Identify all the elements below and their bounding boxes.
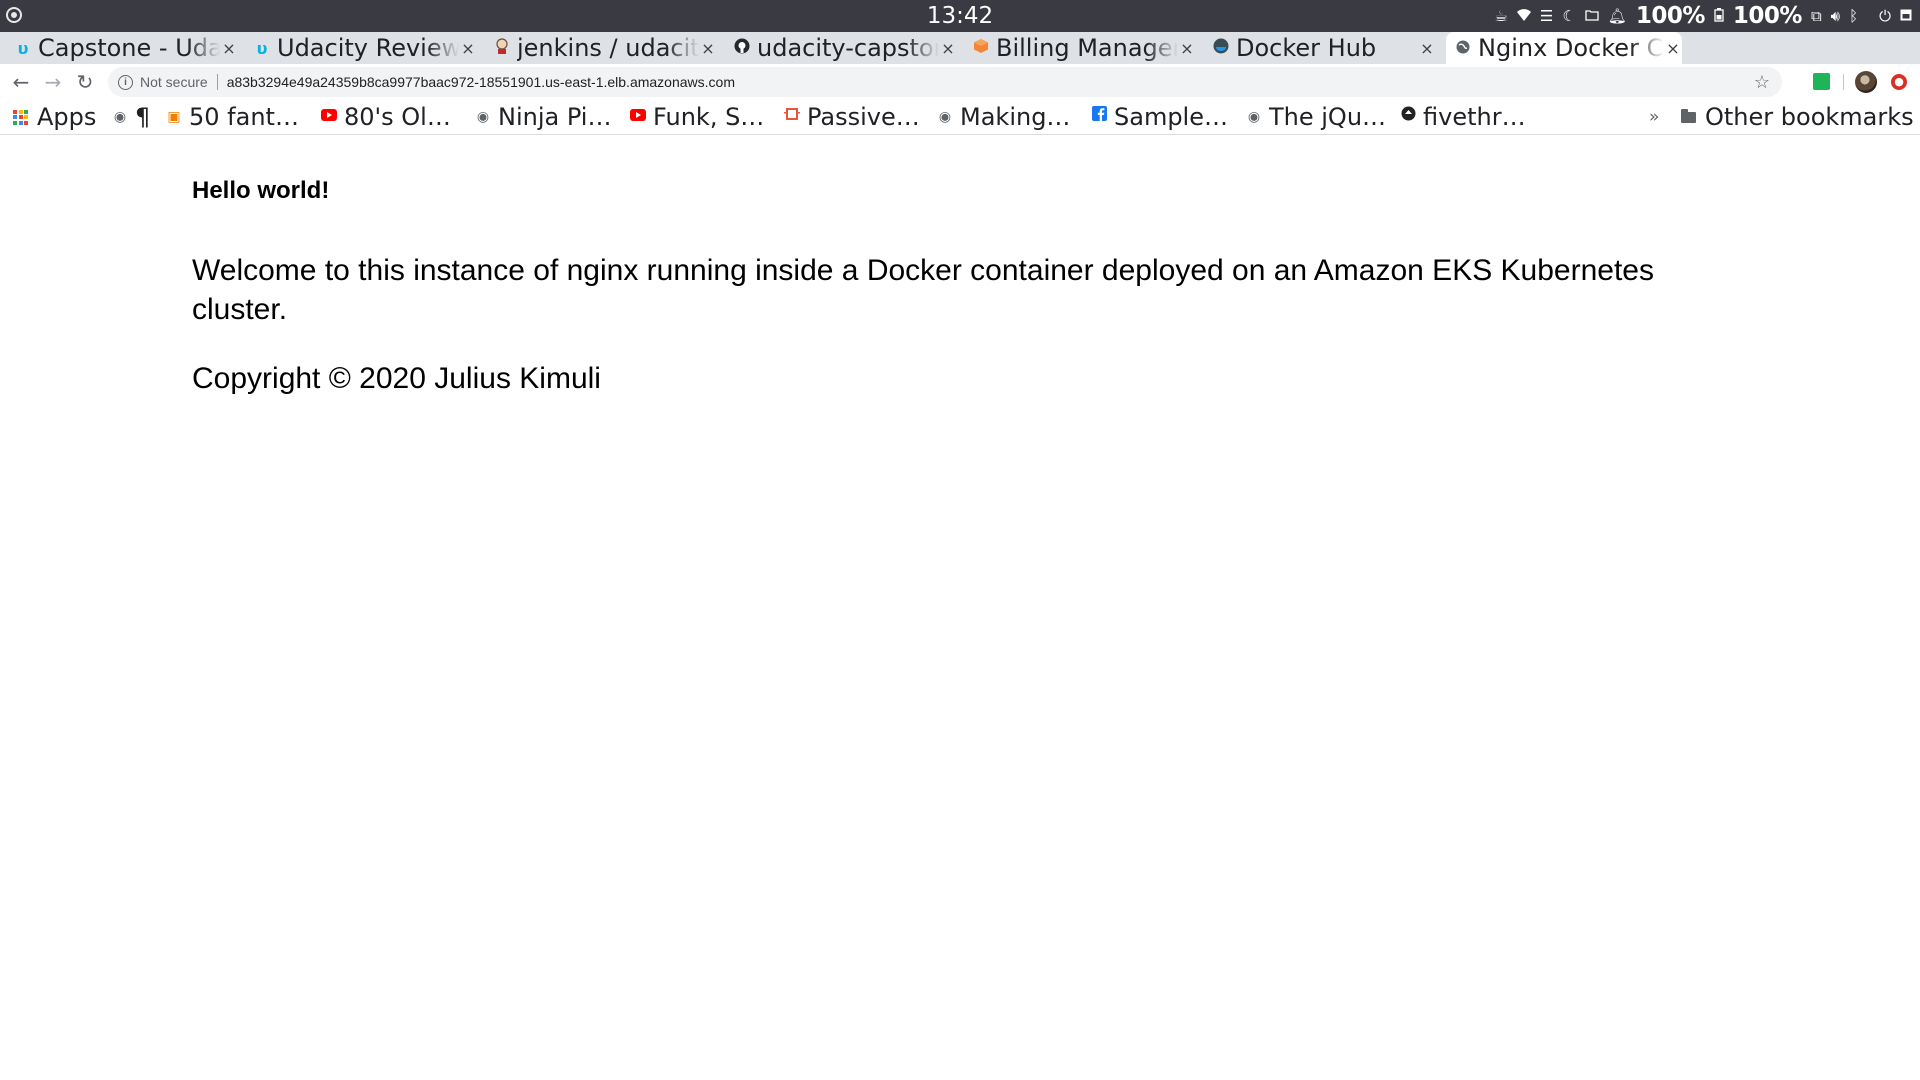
folder-icon[interactable] xyxy=(1585,9,1599,24)
toolbar-divider xyxy=(1843,74,1844,90)
bookmark-apps[interactable]: Apps xyxy=(13,100,96,134)
profile-avatar[interactable] xyxy=(1855,71,1877,93)
close-icon[interactable]: × xyxy=(939,39,957,58)
system-top-bar: 13:42 ☕ ☰ ☾ 🔔︎ 100% 100% ⧉ 🔊︎ ᛒ ⏻ xyxy=(0,0,1920,32)
omnibox-divider xyxy=(216,74,218,90)
folder-icon xyxy=(1681,108,1696,123)
close-icon[interactable]: × xyxy=(459,39,477,58)
udacity-icon: υ xyxy=(17,38,29,58)
docker-icon xyxy=(1212,38,1230,58)
bookmark-star-icon[interactable]: ☆ xyxy=(1754,72,1770,93)
url-text[interactable]: a83b3294e49a24359b8ca9977baac972-1855190… xyxy=(227,74,735,90)
bookmark-fivethr[interactable]: fivethr… xyxy=(1400,100,1526,134)
chip-icon xyxy=(784,100,800,134)
close-icon[interactable]: × xyxy=(1664,39,1682,58)
bookmark-sample[interactable]: Sample… xyxy=(1091,100,1228,134)
reload-button[interactable]: ↻ xyxy=(71,68,99,96)
globe-icon xyxy=(1454,39,1472,58)
globe-icon: ◉ xyxy=(938,109,952,125)
window-icon[interactable] xyxy=(1900,9,1912,24)
network-icon[interactable]: ⧉ xyxy=(1811,8,1822,24)
forward-button[interactable]: → xyxy=(39,68,67,96)
close-icon[interactable]: × xyxy=(699,39,717,58)
bell-icon[interactable]: 🔔︎ xyxy=(1608,8,1627,24)
tab-capstone-udacity[interactable]: υ Capstone - Udacity × xyxy=(14,32,238,64)
tab-nginx-docker-container[interactable]: Nginx Docker Container × xyxy=(1446,32,1682,64)
bookmark-making[interactable]: ◉ Making… xyxy=(937,100,1071,134)
github-icon xyxy=(733,38,751,58)
system-tray: ☕ ☰ ☾ 🔔︎ 100% 100% ⧉ 🔊︎ ᛒ ⏻ xyxy=(1494,0,1912,32)
globe-icon: ◉ xyxy=(113,109,127,125)
battery-percent-secondary[interactable]: 100% xyxy=(1733,3,1803,29)
power-icon[interactable]: ⏻ xyxy=(1879,8,1891,24)
facebook-icon xyxy=(1091,100,1107,134)
bookmark-funk-s[interactable]: Funk, S… xyxy=(630,100,764,134)
bookmarks-overflow-button[interactable]: » xyxy=(1649,100,1659,134)
globe-icon: ◉ xyxy=(476,109,490,125)
menu-lines-icon[interactable]: ☰ xyxy=(1540,8,1553,24)
fivethirtyeight-icon xyxy=(1400,100,1416,134)
copyright-text: Copyright © 2020 Julius Kimuli xyxy=(192,362,601,395)
bookmark-passive[interactable]: Passive… xyxy=(784,100,920,134)
bluetooth-icon[interactable]: ᛒ xyxy=(1849,8,1858,24)
udacity-icon: υ xyxy=(256,38,268,58)
jenkins-icon xyxy=(493,38,511,58)
bookmark-pilcrow[interactable]: ◉ ¶ xyxy=(112,100,150,134)
welcome-paragraph: Welcome to this instance of nginx runnin… xyxy=(192,254,1654,326)
back-button[interactable]: ← xyxy=(7,68,35,96)
bookmarks-bar: Apps ◉ ¶ ▣ 50 fant… 80's Ol… ◉ Ninja Pi…… xyxy=(0,100,1920,135)
tab-billing-management[interactable]: Billing Management × xyxy=(972,32,1196,64)
tab-github-udacity-capstone[interactable]: udacity-capstone × xyxy=(733,32,957,64)
info-icon[interactable]: i xyxy=(118,74,133,90)
tab-udacity-reviews[interactable]: υ Udacity Reviews × xyxy=(253,32,477,64)
green-extension-icon[interactable] xyxy=(1813,73,1830,90)
close-icon[interactable]: × xyxy=(1178,39,1196,58)
youtube-icon xyxy=(630,100,646,134)
security-label[interactable]: Not secure xyxy=(140,74,208,90)
blogger-icon: ▣ xyxy=(167,109,181,125)
browser-toolbar: ← → ↻ i Not secure a83b3294e49a24359b8ca… xyxy=(0,64,1920,100)
volume-icon[interactable]: 🔊︎ xyxy=(1831,8,1840,24)
bookmark-50-fant[interactable]: ▣ 50 fant… xyxy=(166,100,299,134)
bookmark-other-bookmarks[interactable]: Other bookmarks xyxy=(1681,100,1914,134)
night-light-icon[interactable]: ☾ xyxy=(1562,8,1575,24)
apps-grid-icon xyxy=(13,109,28,125)
tab-strip: υ Capstone - Udacity × υ Udacity Reviews… xyxy=(0,32,1920,92)
close-icon[interactable]: × xyxy=(1418,39,1436,58)
wifi-icon[interactable] xyxy=(1516,8,1531,24)
tab-docker-hub[interactable]: Docker Hub × xyxy=(1212,32,1436,64)
bookmark-ninja-pi[interactable]: ◉ Ninja Pi… xyxy=(475,100,612,134)
address-bar[interactable]: i Not secure a83b3294e49a24359b8ca9977ba… xyxy=(108,67,1782,97)
bookmark-80s-ol[interactable]: 80's Ol… xyxy=(321,100,451,134)
youtube-icon xyxy=(321,100,337,134)
globe-icon: ◉ xyxy=(1247,109,1261,125)
battery-percent[interactable]: 100% xyxy=(1636,3,1706,29)
battery-icon[interactable] xyxy=(1714,7,1724,25)
tab-jenkins[interactable]: jenkins / udacity × xyxy=(493,32,717,64)
aws-icon xyxy=(972,38,990,58)
close-icon[interactable]: × xyxy=(220,39,238,58)
adblock-extension-icon[interactable]: ● xyxy=(1891,74,1907,90)
coffee-icon[interactable]: ☕ xyxy=(1494,8,1507,24)
page-heading: Hello world! xyxy=(192,177,330,204)
bookmark-the-jqu[interactable]: ◉ The jQu… xyxy=(1246,100,1386,134)
